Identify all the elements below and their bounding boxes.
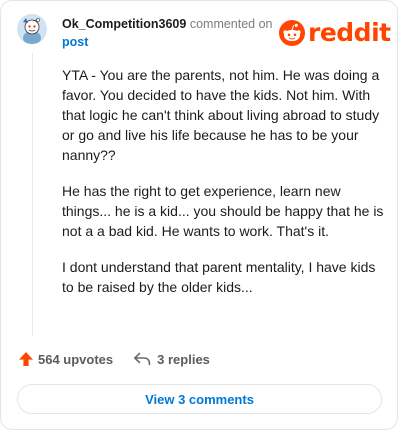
replies-count: 3 replies <box>157 351 210 367</box>
comment-paragraph: He has the right to get experience, lear… <box>62 183 384 239</box>
reddit-logo[interactable]: reddit <box>279 18 391 48</box>
upvote-arrow-icon <box>19 352 33 366</box>
reddit-wordmark: reddit <box>308 18 391 47</box>
thread-line[interactable] <box>32 53 33 336</box>
upvote-count: 564 upvotes <box>38 351 114 367</box>
post-link[interactable]: post <box>62 33 282 51</box>
replies-button[interactable]: 3 replies <box>133 352 210 367</box>
commented-on-label: commented on <box>189 17 273 31</box>
comment-header: Ok_Competition3609 commented on post <box>62 15 282 51</box>
comment-body: YTA - You are the parents, not him. He w… <box>62 65 384 313</box>
username-link[interactable]: Ok_Competition3609 <box>62 17 186 31</box>
reply-arrow-icon <box>134 352 151 366</box>
upvote-button[interactable]: 564 upvotes <box>18 351 113 367</box>
comment-card: Ok_Competition3609 commented on post red… <box>0 0 398 430</box>
comment-actions: 564 upvotes 3 replies <box>18 347 210 371</box>
reddit-snoo-icon <box>279 20 305 46</box>
user-avatar-icon[interactable] <box>17 14 47 44</box>
comment-paragraph: YTA - You are the parents, not him. He w… <box>62 67 380 163</box>
comment-paragraph: I dont understand that parent mentality,… <box>62 259 376 295</box>
view-comments-button[interactable]: View 3 comments <box>17 384 382 414</box>
